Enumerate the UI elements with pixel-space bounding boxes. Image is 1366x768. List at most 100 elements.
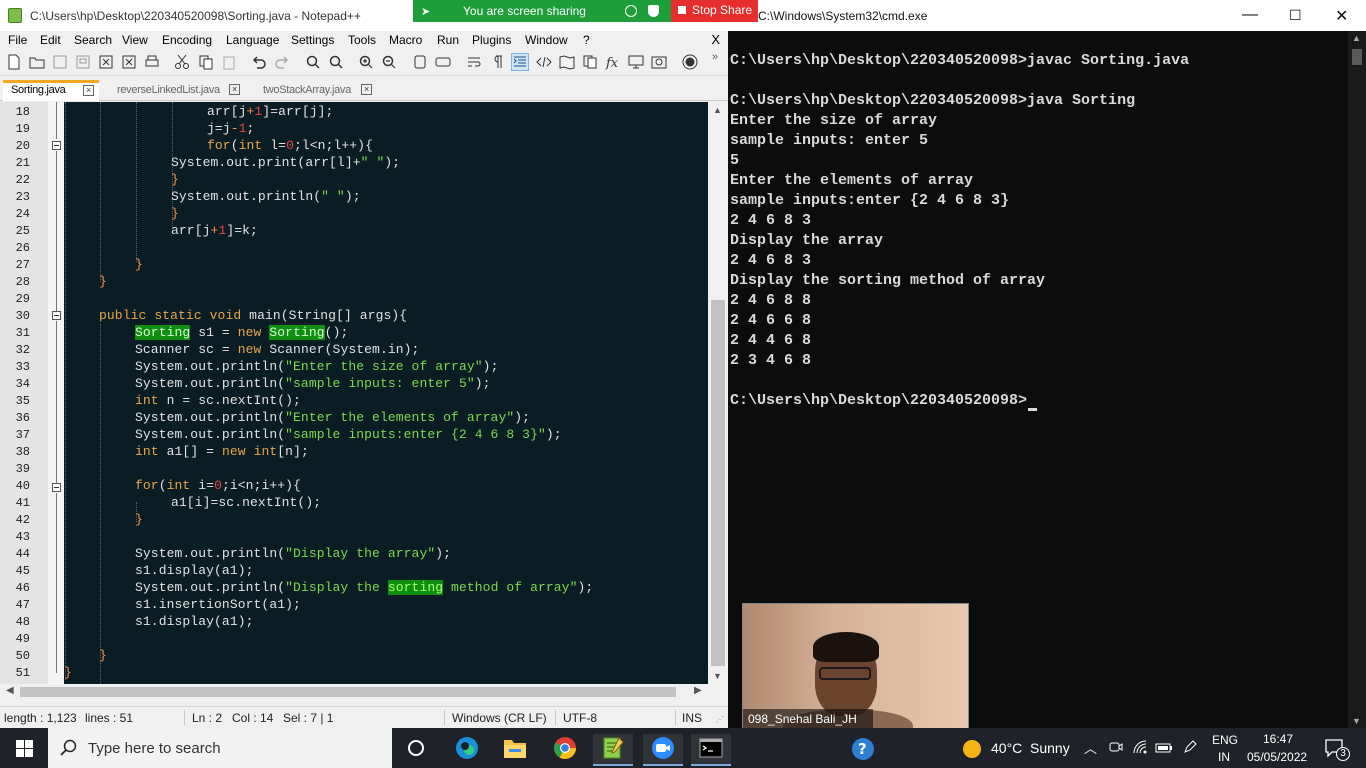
paste-icon[interactable] <box>221 54 237 70</box>
menu-window[interactable]: Window <box>525 33 568 47</box>
vertical-scrollbar[interactable]: ▲ ▼ <box>708 102 728 684</box>
word-wrap-icon[interactable] <box>466 54 482 70</box>
redo-icon[interactable] <box>274 54 290 70</box>
fold-toggle-icon[interactable] <box>52 141 61 150</box>
weather-sun-icon[interactable] <box>962 739 982 762</box>
task-view-icon[interactable] <box>396 734 436 766</box>
language-region[interactable]: IN <box>1218 750 1230 764</box>
edge-icon[interactable] <box>447 734 487 766</box>
taskbar-search-box[interactable]: Type here to search <box>48 728 392 768</box>
scroll-right-icon[interactable]: ▶ <box>694 685 702 696</box>
menu-search[interactable]: Search <box>74 33 112 47</box>
close-document-button[interactable]: X <box>711 32 720 47</box>
scrollbar-thumb[interactable] <box>711 300 725 666</box>
copy-icon[interactable] <box>198 54 214 70</box>
close-all-icon[interactable] <box>121 54 137 70</box>
print-icon[interactable] <box>144 54 160 70</box>
tab-twostackarray-java[interactable]: twoStackArray.java × <box>255 80 375 101</box>
clock-date[interactable]: 05/05/2022 <box>1247 750 1307 764</box>
save-icon[interactable] <box>52 54 68 70</box>
screen-sharing-bar[interactable]: ➤ You are screen sharing <box>413 0 671 22</box>
tab-close-icon[interactable]: × <box>83 85 94 96</box>
doc-map-icon[interactable] <box>559 54 575 70</box>
function-icon[interactable]: fx <box>605 54 621 70</box>
resize-grip-icon[interactable]: ⋰ <box>716 715 724 724</box>
wifi-icon[interactable] <box>1132 739 1148 758</box>
horizontal-scrollbar[interactable]: ◀ ▶ <box>0 684 708 700</box>
find-icon[interactable] <box>305 54 321 70</box>
minimize-button[interactable]: — <box>1242 6 1258 24</box>
maximize-button[interactable]: ☐ <box>1289 7 1302 24</box>
menu-language[interactable]: Language <box>226 33 279 47</box>
menu-tools[interactable]: Tools <box>348 33 376 47</box>
show-hidden-icons-chevron-icon[interactable]: ︿ <box>1084 738 1097 757</box>
menu-plugins[interactable]: Plugins <box>472 33 511 47</box>
cmd-scrollbar[interactable]: ▲ ▼ <box>1348 31 1366 728</box>
indent-guide-icon[interactable] <box>511 53 529 71</box>
weather-condition[interactable]: Sunny <box>1030 740 1070 756</box>
language-indicator[interactable]: ENG <box>1212 733 1238 747</box>
menu-encoding[interactable]: Encoding <box>162 33 212 47</box>
scroll-left-icon[interactable]: ◀ <box>6 685 14 696</box>
notepadpp-icon[interactable] <box>593 734 633 766</box>
fold-toggle-icon[interactable] <box>52 311 61 320</box>
function-list-icon[interactable] <box>582 54 598 70</box>
open-file-icon[interactable] <box>29 54 45 70</box>
menu-run[interactable]: Run <box>437 33 459 47</box>
zoom-in-icon[interactable] <box>358 54 374 70</box>
scroll-up-icon[interactable]: ▲ <box>1352 33 1361 43</box>
help-icon[interactable]: ? <box>851 737 877 764</box>
save-all-icon[interactable] <box>75 54 91 70</box>
menu-help[interactable]: ? <box>583 33 590 47</box>
zoom-out-icon[interactable] <box>381 54 397 70</box>
menu-edit[interactable]: Edit <box>40 33 61 47</box>
file-explorer-icon[interactable] <box>495 734 535 766</box>
scrollbar-thumb[interactable] <box>1352 49 1362 65</box>
replace-icon[interactable] <box>328 54 344 70</box>
meet-now-icon[interactable] <box>1108 739 1124 758</box>
stop-share-button[interactable]: Stop Share <box>671 0 758 22</box>
webcam-person-hair <box>813 632 879 662</box>
menu-macro[interactable]: Macro <box>389 33 422 47</box>
fold-toggle-icon[interactable] <box>52 483 61 492</box>
close-icon[interactable] <box>98 54 114 70</box>
pause-share-icon[interactable] <box>625 5 637 17</box>
code-area[interactable]: arr[j+1]=arr[j]; j=j-1; for(int l=0;l<n;… <box>64 102 708 684</box>
webcam-preview[interactable]: 098_Snehal Bali_JH <box>742 603 969 730</box>
scroll-down-icon[interactable]: ▼ <box>713 671 722 681</box>
folder-workspace-icon[interactable] <box>651 54 667 70</box>
cut-icon[interactable] <box>174 54 190 70</box>
windows-start-button[interactable] <box>0 728 48 768</box>
tab-close-icon[interactable]: × <box>361 84 372 95</box>
monitor-icon[interactable] <box>628 54 644 70</box>
code-line-48: s1.display(a1); <box>135 614 254 629</box>
tab-reverselinkedlist-java[interactable]: reverseLinkedList.java × <box>109 80 245 101</box>
menu-settings[interactable]: Settings <box>291 33 334 47</box>
battery-icon[interactable] <box>1155 739 1173 758</box>
pen-icon[interactable] <box>1182 739 1198 758</box>
zoom-icon[interactable] <box>643 734 683 766</box>
toolbar-overflow-icon[interactable]: » <box>712 51 718 63</box>
menu-view[interactable]: View <box>122 33 148 47</box>
chrome-icon[interactable] <box>545 734 585 766</box>
record-macro-icon[interactable] <box>682 54 698 70</box>
xml-icon[interactable] <box>536 54 552 70</box>
scroll-down-icon[interactable]: ▼ <box>1352 716 1361 726</box>
weather-temperature[interactable]: 40°C <box>991 740 1022 756</box>
sync-vertical-icon[interactable] <box>412 54 428 70</box>
code-editor[interactable]: 18 19 20 21 22 23 24 25 26 27 28 29 30 3… <box>0 102 728 684</box>
menu-file[interactable]: File <box>8 33 27 47</box>
cmd-icon[interactable] <box>691 734 731 766</box>
tab-sorting-java[interactable]: Sorting.java × <box>3 80 99 101</box>
sync-horizontal-icon[interactable] <box>435 54 451 70</box>
cmd-titlebar[interactable]: C:\Windows\System32\cmd.exe — ☐ ✕ <box>728 0 1366 31</box>
show-all-chars-icon[interactable] <box>489 54 505 70</box>
security-shield-icon[interactable] <box>648 5 659 17</box>
scroll-up-icon[interactable]: ▲ <box>713 105 722 115</box>
new-file-icon[interactable] <box>6 54 22 70</box>
tab-close-icon[interactable]: × <box>229 84 240 95</box>
undo-icon[interactable] <box>251 54 267 70</box>
scrollbar-thumb[interactable] <box>20 687 676 697</box>
close-window-button[interactable]: ✕ <box>1335 6 1348 26</box>
clock-time[interactable]: 16:47 <box>1263 732 1293 746</box>
